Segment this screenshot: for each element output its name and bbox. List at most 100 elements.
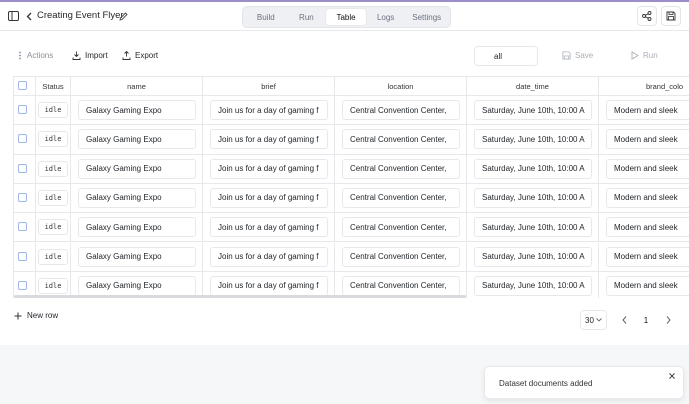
select-all-checkbox[interactable] [18, 81, 27, 90]
dataset-filter-select[interactable]: all [474, 46, 538, 66]
page-title: Creating Event Flyer [37, 10, 124, 21]
brief-value[interactable]: Join us for a day of gaming f [210, 217, 328, 238]
tab-table[interactable]: Table [326, 9, 366, 25]
status-cell: idle [36, 125, 71, 154]
table-row[interactable]: idle Galaxy Gaming Expo Join us for a day … [14, 125, 689, 155]
save-label: Save [575, 51, 594, 60]
tab-settings[interactable]: Settings [405, 9, 448, 25]
export-button[interactable]: Export [122, 51, 158, 60]
date-time-cell: Saturday, June 10th, 10:00 A [467, 125, 599, 154]
pencil-icon[interactable] [117, 10, 129, 22]
column-header-brand-color[interactable]: brand_colo [599, 77, 689, 95]
brief-value[interactable]: Join us for a day of gaming f [210, 275, 328, 296]
brand-colo-value[interactable]: Modern and sleek [606, 275, 689, 296]
horizontal-scrollbar[interactable] [14, 295, 466, 298]
date-time-value[interactable]: Saturday, June 10th, 10:00 A [474, 187, 592, 208]
location-value[interactable]: Central Convention Center, [342, 158, 460, 179]
save-icon [666, 11, 676, 21]
date-time-value[interactable]: Saturday, June 10th, 10:00 A [474, 100, 592, 120]
brand-colo-value[interactable]: Modern and sleek [606, 100, 689, 120]
tab-run[interactable]: Run [287, 9, 327, 25]
brief-value[interactable]: Join us for a day of gaming f [210, 246, 328, 267]
brief-cell: Join us for a day of gaming f [203, 96, 335, 125]
name-value[interactable]: Galaxy Gaming Expo [78, 246, 196, 267]
header-select-cell [14, 77, 36, 95]
row-select-cell [14, 213, 36, 242]
brand-colo-value[interactable]: Modern and sleek [606, 129, 689, 150]
name-value[interactable]: Galaxy Gaming Expo [78, 100, 196, 120]
location-value[interactable]: Central Convention Center, [342, 246, 460, 267]
table-header-row: Status name brief location date_time bra… [14, 77, 689, 96]
row-checkbox[interactable] [18, 105, 27, 114]
row-select-cell [14, 183, 36, 213]
column-header-name[interactable]: name [71, 77, 203, 95]
actions-label: Actions [27, 51, 54, 60]
brief-value[interactable]: Join us for a day of gaming f [210, 100, 328, 120]
column-header-date-time[interactable]: date_time [467, 77, 599, 95]
name-value[interactable]: Galaxy Gaming Expo [78, 187, 196, 208]
sidebar-toggle-icon[interactable] [6, 9, 20, 23]
location-value[interactable]: Central Convention Center, [342, 129, 460, 150]
brief-value[interactable]: Join us for a day of gaming f [210, 158, 328, 179]
date-time-value[interactable]: Saturday, June 10th, 10:00 A [474, 246, 592, 267]
location-value[interactable]: Central Convention Center, [342, 100, 460, 120]
location-cell: Central Convention Center, [335, 125, 467, 154]
brief-value[interactable]: Join us for a day of gaming f [210, 129, 328, 150]
row-checkbox[interactable] [18, 134, 27, 144]
column-header-location[interactable]: location [335, 77, 467, 95]
brand-colo-value[interactable]: Modern and sleek [606, 187, 689, 208]
table-row[interactable]: idle Galaxy Gaming Expo Join us for a day … [14, 183, 689, 214]
plus-icon [14, 312, 22, 319]
location-value[interactable]: Central Convention Center, [342, 275, 460, 296]
table-row[interactable]: idle Galaxy Gaming Expo Join us for a day … [14, 213, 689, 243]
date-time-value[interactable]: Saturday, June 10th, 10:00 A [474, 275, 592, 296]
share-icon [642, 11, 652, 21]
save-flow-button[interactable] [661, 6, 681, 26]
name-value[interactable]: Galaxy Gaming Expo [78, 129, 196, 150]
row-checkbox[interactable] [18, 192, 27, 202]
column-header-status[interactable]: Status [36, 77, 71, 95]
status-cell: idle [36, 213, 71, 242]
previous-page-button[interactable] [614, 310, 634, 330]
save-button[interactable]: Save [562, 51, 593, 60]
table-row[interactable]: idle Galaxy Gaming Expo Join us for a day … [14, 242, 689, 272]
date-time-value[interactable]: Saturday, June 10th, 10:00 A [474, 129, 592, 150]
share-button[interactable] [637, 6, 657, 26]
status-badge: idle [38, 248, 68, 265]
name-cell: Galaxy Gaming Expo [71, 96, 203, 125]
name-value[interactable]: Galaxy Gaming Expo [78, 275, 196, 296]
import-button[interactable]: Import [72, 51, 108, 60]
brand-colo-value[interactable]: Modern and sleek [606, 158, 689, 179]
actions-button[interactable]: Actions [17, 51, 53, 60]
name-cell: Galaxy Gaming Expo [71, 213, 203, 242]
name-value[interactable]: Galaxy Gaming Expo [78, 217, 196, 238]
table-row[interactable]: idle Galaxy Gaming Expo Join us for a day … [14, 154, 689, 184]
run-button[interactable]: Run [631, 51, 658, 60]
current-page-number[interactable]: 1 [636, 310, 656, 330]
tab-build[interactable]: Build [245, 9, 287, 25]
back-arrow-icon[interactable] [23, 9, 35, 23]
name-value[interactable]: Galaxy Gaming Expo [78, 158, 196, 179]
brand-colo-cell: Modern and sleek [599, 96, 689, 124]
next-page-button[interactable] [658, 310, 678, 330]
status-badge: idle [38, 102, 68, 118]
tab-logs[interactable]: Logs [366, 9, 406, 25]
brand-colo-cell: Modern and sleek [599, 155, 689, 183]
brief-value[interactable]: Join us for a day of gaming f [210, 187, 328, 208]
brand-colo-value[interactable]: Modern and sleek [606, 246, 689, 267]
close-icon[interactable] [666, 370, 678, 382]
page-size-select[interactable]: 30 [580, 310, 607, 330]
row-checkbox[interactable] [18, 222, 27, 232]
brand-colo-value[interactable]: Modern and sleek [606, 217, 689, 238]
new-row-button[interactable]: New row [14, 311, 58, 320]
location-value[interactable]: Central Convention Center, [342, 187, 460, 208]
location-value[interactable]: Central Convention Center, [342, 217, 460, 238]
date-time-value[interactable]: Saturday, June 10th, 10:00 A [474, 158, 592, 179]
date-time-value[interactable]: Saturday, June 10th, 10:00 A [474, 217, 592, 238]
brief-cell: Join us for a day of gaming f [203, 154, 335, 183]
row-checkbox[interactable] [18, 251, 27, 261]
column-header-brief[interactable]: brief [203, 77, 335, 95]
table-row[interactable]: idle Galaxy Gaming Expo Join us for a day … [14, 96, 689, 126]
row-checkbox[interactable] [18, 163, 27, 173]
row-checkbox[interactable] [18, 280, 27, 290]
